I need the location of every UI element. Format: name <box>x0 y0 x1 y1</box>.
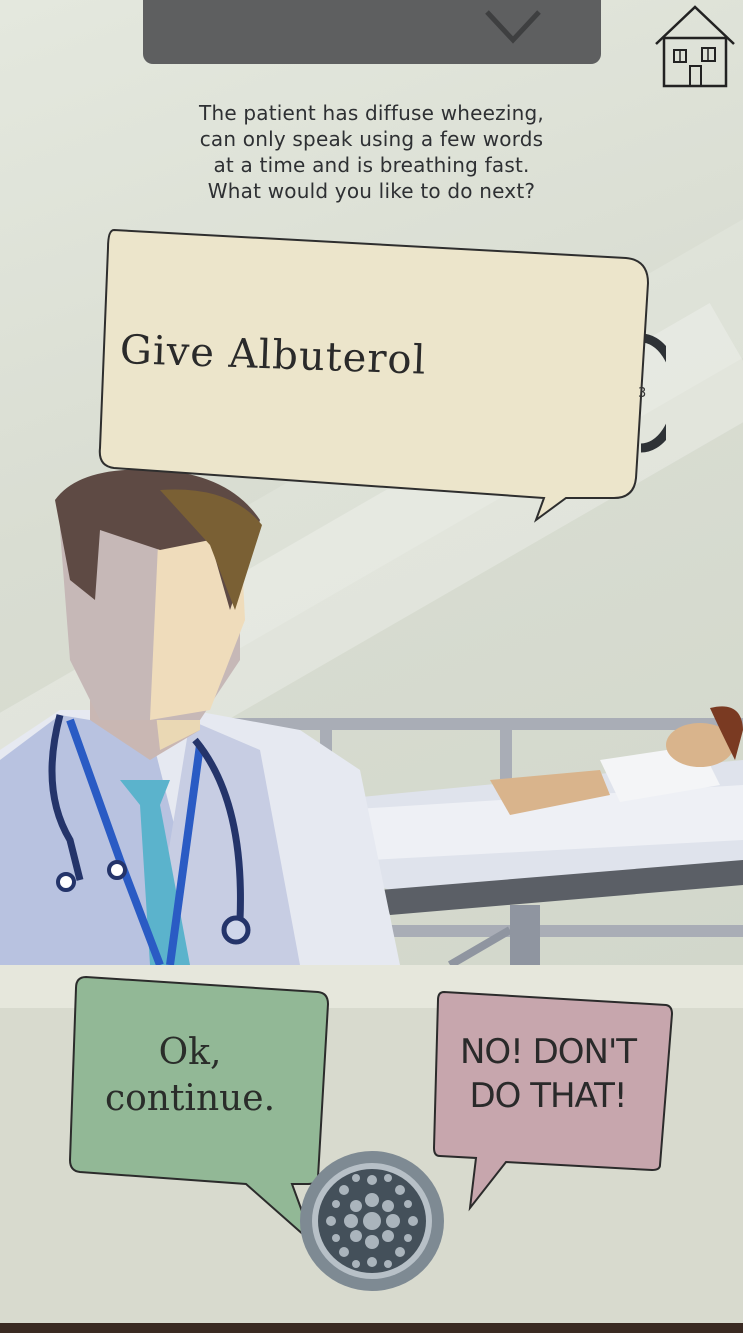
chevron-down-icon <box>485 10 541 44</box>
accept-button[interactable]: Ok, continue. <box>90 1030 290 1122</box>
speaker-grille-icon[interactable] <box>296 1148 448 1294</box>
reject-line: DO THAT! <box>469 1076 627 1116</box>
bottom-edge <box>0 1323 743 1333</box>
option-counter: 3 <box>638 386 647 401</box>
prompt-line: can only speak using a few words <box>199 127 544 151</box>
reject-line: NO! DON'T <box>459 1032 637 1072</box>
menu-dropdown-button[interactable] <box>143 0 601 64</box>
reject-button[interactable]: NO! DON'T DO THAT! <box>448 1030 648 1118</box>
scenario-prompt: The patient has diffuse wheezing, can on… <box>150 100 593 204</box>
doctor-illustration <box>0 469 400 965</box>
prompt-line: at a time and is breathing fast. <box>213 153 530 177</box>
accept-line: continue. <box>104 1078 276 1119</box>
accept-line: Ok, <box>158 1032 222 1073</box>
prompt-line: The patient has diffuse wheezing, <box>199 101 544 125</box>
prompt-line: What would you like to do next? <box>207 179 536 203</box>
house-icon[interactable] <box>654 4 736 90</box>
